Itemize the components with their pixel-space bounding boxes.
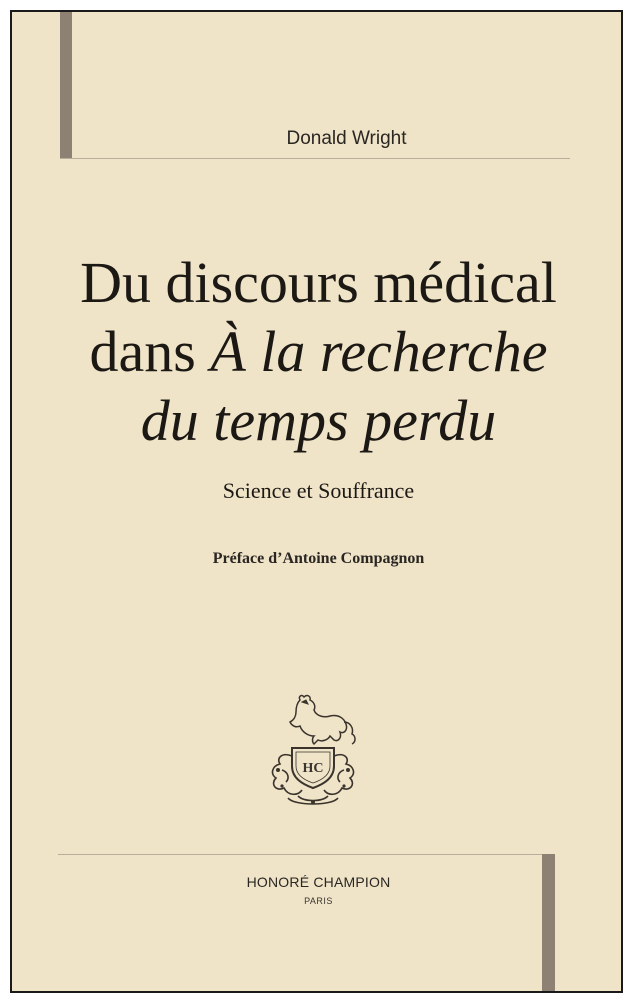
horse-emblem-icon: HC	[271, 694, 356, 805]
emblem-monogram: HC	[303, 761, 324, 776]
preface-credit: Préface d’Antoine Compagnon	[212, 550, 425, 567]
title-line-3: du temps perdu	[140, 388, 497, 453]
book-title: Du discours médical dans À la recherche …	[12, 248, 621, 455]
publisher-name: HONORÉ CHAMPION	[246, 874, 391, 890]
book-cover: Donald Wright Du discours médical dans À…	[10, 10, 623, 993]
divider-bottom	[58, 854, 554, 855]
author-name: Donald Wright	[286, 128, 407, 149]
publisher-city: PARIS	[304, 896, 333, 906]
book-subtitle: Science et Souffrance	[222, 478, 415, 503]
title-line-1: Du discours médical	[80, 250, 557, 315]
title-line-2-roman: dans	[89, 319, 211, 384]
title-line-2: dans À la recherche	[12, 317, 621, 386]
divider-top	[60, 158, 570, 159]
title-line-2-italic: À la recherche	[210, 319, 548, 384]
